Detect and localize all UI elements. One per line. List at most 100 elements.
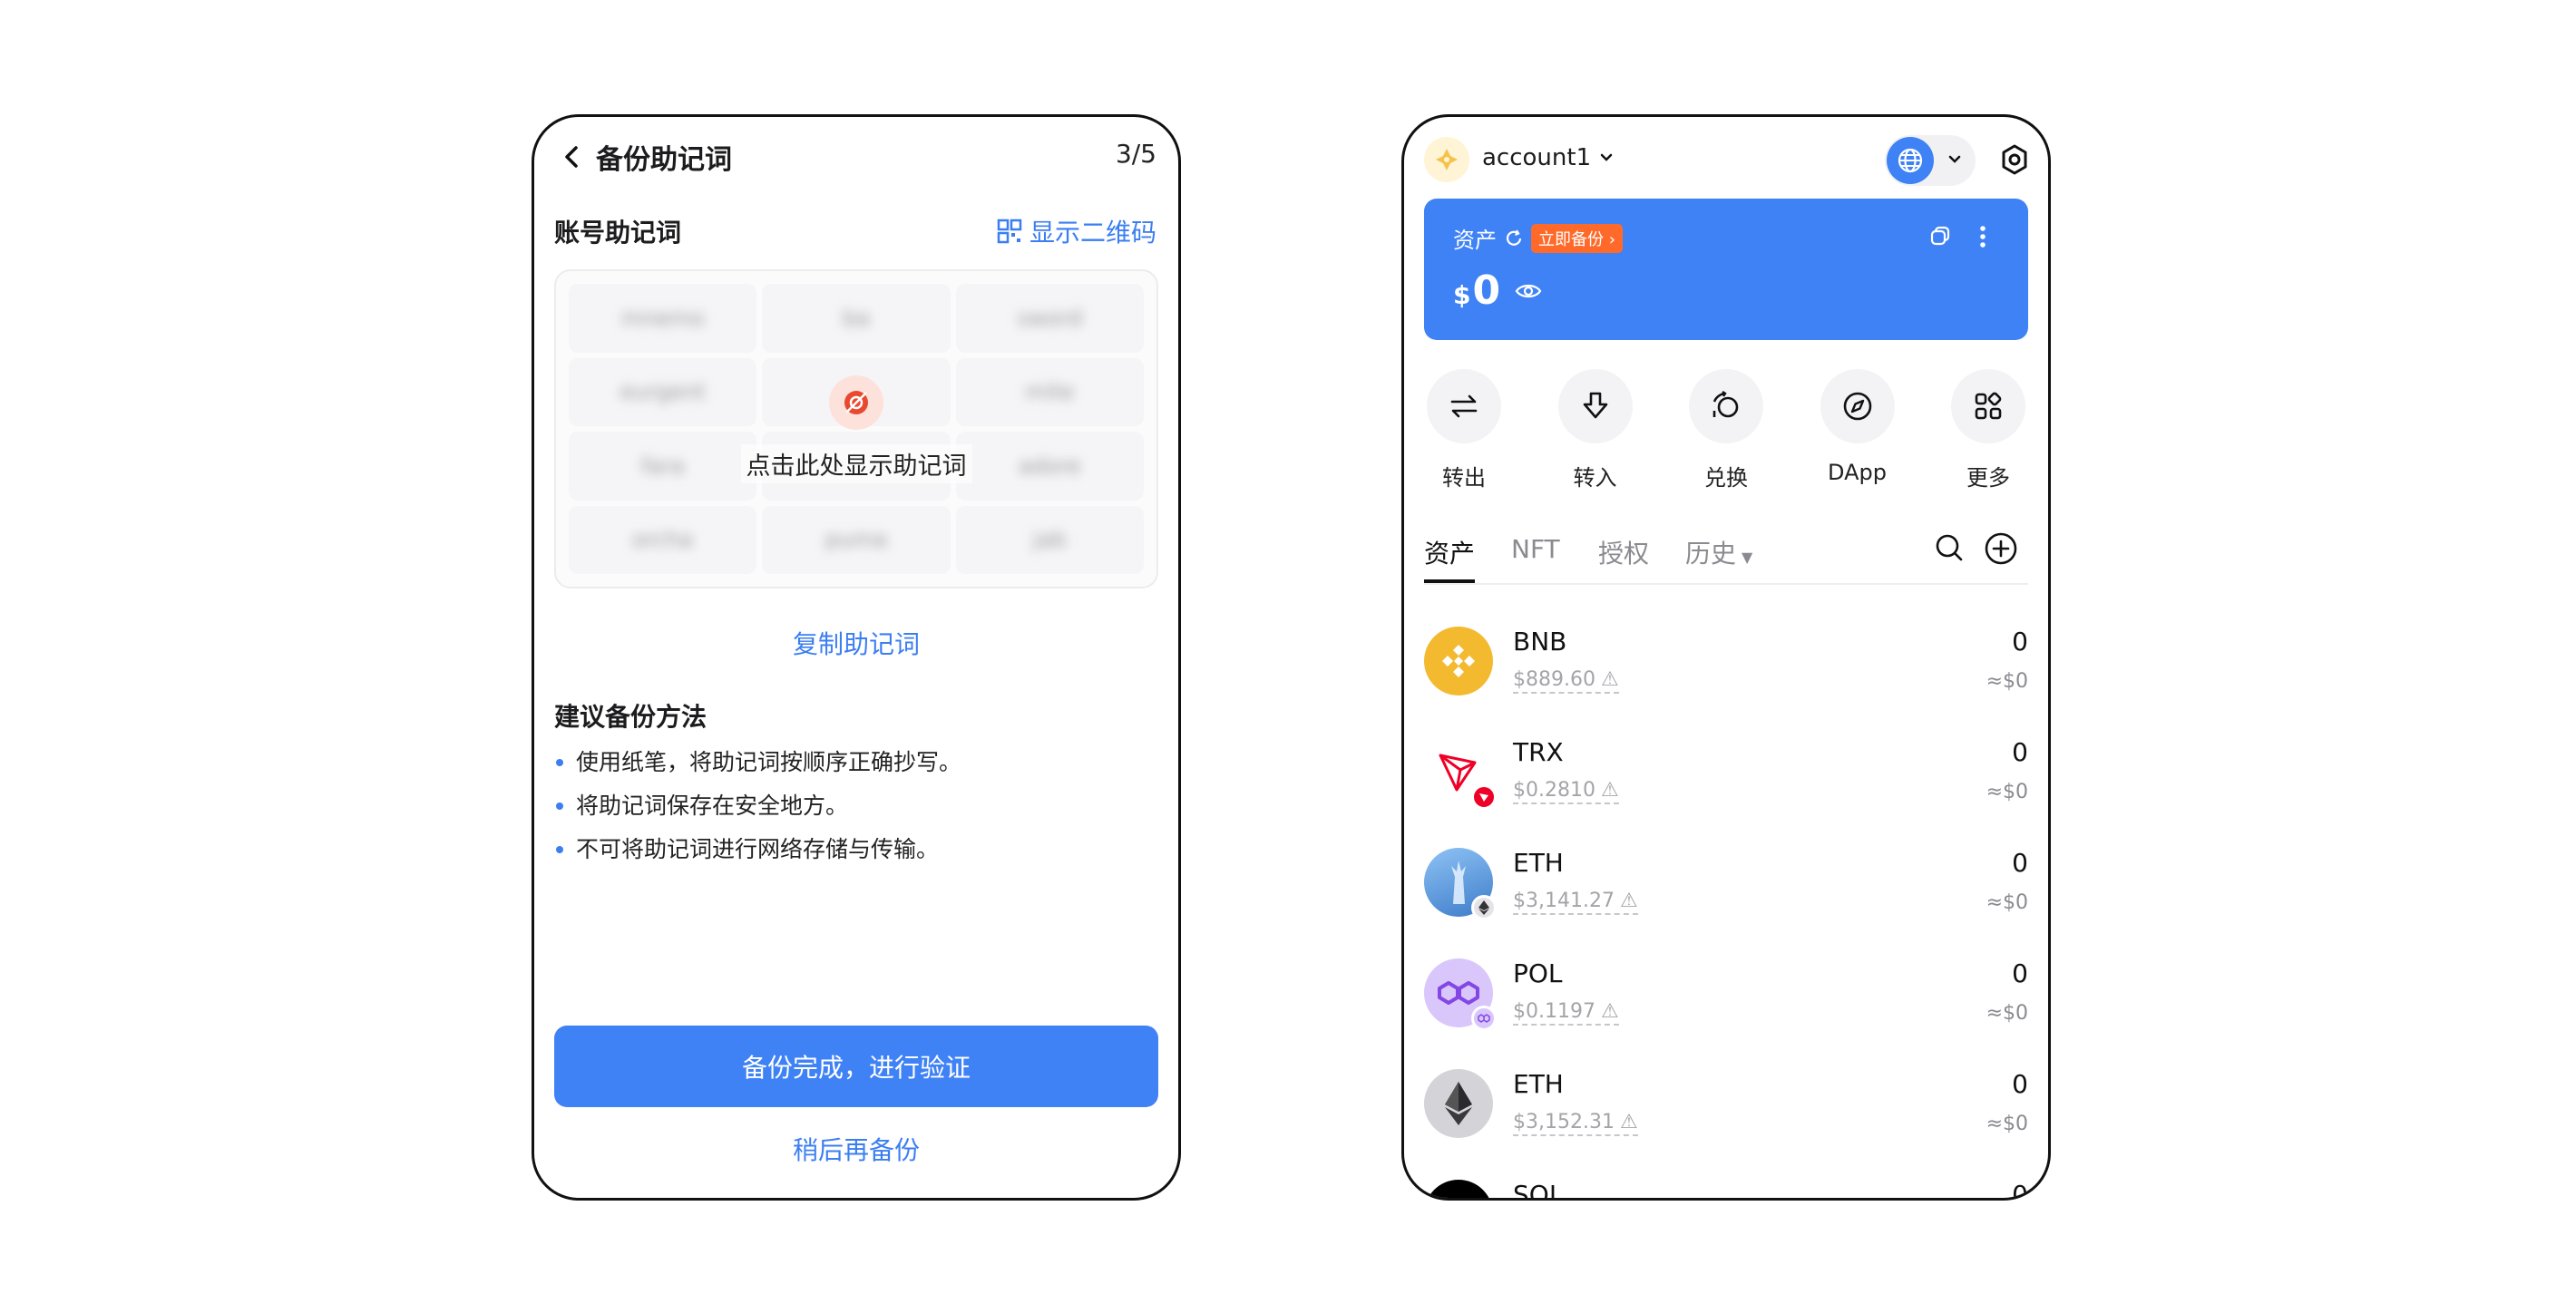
warning-icon: ⚠ xyxy=(1619,890,1638,912)
token-row[interactable]: POL $0.1197 ⚠ 0 ≈$0 xyxy=(1424,948,2028,1058)
tron-chain-badge xyxy=(1471,784,1497,810)
token-symbol: ETH xyxy=(1513,1069,1564,1099)
token-row[interactable]: TRX $0.2810 ⚠ 0 ≈$0 xyxy=(1424,726,2028,837)
token-amount: 0 xyxy=(2012,958,2028,988)
tips-title: 建议备份方法 xyxy=(554,702,707,732)
asset-tabs: 资产 NFT 授权 历史 ▼ xyxy=(1424,530,2028,585)
eth-token-image xyxy=(1424,848,1497,920)
reveal-hint: 点击此处显示助记词 xyxy=(740,443,972,483)
back-arrow-icon[interactable] xyxy=(554,139,590,175)
token-symbol: TRX xyxy=(1513,737,1564,767)
swap-icon xyxy=(1712,391,1739,418)
action-label: 兑换 xyxy=(1704,465,1748,491)
token-amount: 0 xyxy=(2012,1180,2028,1201)
token-row[interactable]: ETH $3,152.31 ⚠ 0 ≈$0 xyxy=(1424,1058,2028,1169)
receive-icon xyxy=(1583,392,1607,419)
action-receive[interactable]: 转入 xyxy=(1556,369,1635,491)
active-tab-indicator xyxy=(1424,579,1475,583)
token-symbol: SOL xyxy=(1513,1180,1564,1201)
reveal-overlay[interactable]: 点击此处显示助记词 xyxy=(556,271,1156,587)
action-dapp[interactable]: DApp xyxy=(1818,369,1898,491)
token-value: ≈$0 xyxy=(1986,1002,2028,1025)
copy-mnemonic-link[interactable]: 复制助记词 xyxy=(534,625,1178,661)
action-label: 转入 xyxy=(1573,465,1617,491)
search-icon[interactable] xyxy=(1932,530,1966,565)
token-row[interactable]: ETH $3,141.27 ⚠ 0 ≈$0 xyxy=(1424,837,2028,948)
asset-card: 资产 立即备份 › $ 0 xyxy=(1424,199,2028,340)
token-price: $0.1197 xyxy=(1513,1000,1595,1023)
copy-icon[interactable] xyxy=(1928,224,1952,248)
settings-icon[interactable] xyxy=(1997,142,2032,177)
refresh-icon[interactable] xyxy=(1504,229,1524,248)
warning-icon: ⚠ xyxy=(1600,1000,1619,1023)
warning-icon: ⚠ xyxy=(1600,779,1619,802)
backup-mnemonic-screen: 备份助记词 3/5 账号助记词 显示二维码 mnemo ba sword eur… xyxy=(532,114,1181,1201)
apps-grid-icon xyxy=(1975,392,2002,420)
network-selector[interactable] xyxy=(1885,135,1976,186)
token-amount: 0 xyxy=(2012,848,2028,878)
action-label: 更多 xyxy=(1966,465,2010,491)
header: 备份助记词 3/5 xyxy=(534,117,1178,199)
tab-approvals[interactable]: 授权 xyxy=(1598,534,1649,570)
token-row[interactable]: SOL 0 xyxy=(1424,1169,2028,1201)
chevron-down-icon xyxy=(1600,153,1613,161)
balance-currency: $ xyxy=(1453,280,1471,310)
token-amount: 0 xyxy=(2012,737,2028,767)
action-more[interactable]: 更多 xyxy=(1948,369,2028,491)
account-switcher[interactable]: account1 xyxy=(1482,144,1615,171)
qr-code-icon xyxy=(997,219,1022,244)
token-price: $3,152.31 xyxy=(1513,1111,1615,1133)
tip-item: 不可将助记词进行网络存储与传输。 xyxy=(554,828,961,871)
chevron-down-icon xyxy=(1948,155,1961,163)
token-value: ≈$0 xyxy=(1986,670,2028,693)
token-price: $3,141.27 xyxy=(1513,890,1615,912)
tip-item: 将助记词保存在安全地方。 xyxy=(554,784,961,828)
step-indicator: 3/5 xyxy=(1115,139,1156,169)
eye-icon[interactable] xyxy=(1515,281,1542,301)
warning-icon: ⚠ xyxy=(1600,668,1619,691)
action-swap[interactable]: 兑换 xyxy=(1686,369,1766,491)
polygon-chain-badge xyxy=(1471,1006,1497,1031)
tab-assets[interactable]: 资产 xyxy=(1424,534,1475,570)
more-vertical-icon[interactable] xyxy=(1977,224,1988,249)
token-symbol: BNB xyxy=(1513,627,1567,656)
quick-actions: 转出 转入 兑换 DApp 更多 xyxy=(1424,369,2028,491)
token-list: BNB $889.60⚠ 0 ≈$0 TRX $0.2810⚠ 0 ≈$0 xyxy=(1424,616,2028,1201)
token-amount: 0 xyxy=(2012,627,2028,656)
token-row[interactable]: BNB $889.60 ⚠ 0 ≈$0 xyxy=(1424,616,2028,726)
tips-list: 使用纸笔，将助记词按顺序正确抄写。 将助记词保存在安全地方。 不可将助记词进行网… xyxy=(554,741,961,871)
action-label: DApp xyxy=(1828,460,1887,485)
token-amount: 0 xyxy=(2012,1069,2028,1099)
tab-nft[interactable]: NFT xyxy=(1511,534,1560,564)
wallet-logo[interactable] xyxy=(1424,137,1469,182)
bnb-icon xyxy=(1424,627,1493,695)
add-token-icon[interactable] xyxy=(1983,530,2019,567)
account-name: account1 xyxy=(1482,144,1592,171)
backup-later-link[interactable]: 稍后再备份 xyxy=(534,1131,1178,1167)
trx-icon xyxy=(1424,737,1497,810)
token-value: ≈$0 xyxy=(1986,781,2028,803)
page-title: 备份助记词 xyxy=(596,144,732,176)
transfer-icon xyxy=(1450,394,1478,418)
tab-history[interactable]: 历史 ▼ xyxy=(1685,534,1752,570)
tip-item: 使用纸笔，将助记词按顺序正确抄写。 xyxy=(554,741,961,784)
mnemonic-grid[interactable]: mnemo ba sword eurgent mite fara adore o… xyxy=(554,269,1158,588)
token-value: ≈$0 xyxy=(1986,1113,2028,1135)
token-symbol: POL xyxy=(1513,958,1563,988)
token-price: $889.60 xyxy=(1513,668,1595,691)
token-symbol: ETH xyxy=(1513,848,1564,878)
sol-icon xyxy=(1424,1180,1493,1198)
caret-down-icon: ▼ xyxy=(1742,549,1753,566)
show-qr-link[interactable]: 显示二维码 xyxy=(997,213,1156,249)
warning-icon: ⚠ xyxy=(1619,1111,1638,1133)
action-label: 转出 xyxy=(1442,465,1486,491)
tab-history-label: 历史 xyxy=(1685,539,1737,569)
eye-off-icon xyxy=(829,374,883,430)
balance-value: 0 xyxy=(1472,267,1501,314)
backup-done-verify-button[interactable]: 备份完成，进行验证 xyxy=(554,1026,1158,1107)
eth-icon xyxy=(1424,1069,1493,1138)
action-send[interactable]: 转出 xyxy=(1424,369,1504,491)
globe-icon xyxy=(1887,137,1934,184)
backup-now-badge[interactable]: 立即备份 › xyxy=(1531,223,1623,253)
section-title: 账号助记词 xyxy=(554,218,682,248)
